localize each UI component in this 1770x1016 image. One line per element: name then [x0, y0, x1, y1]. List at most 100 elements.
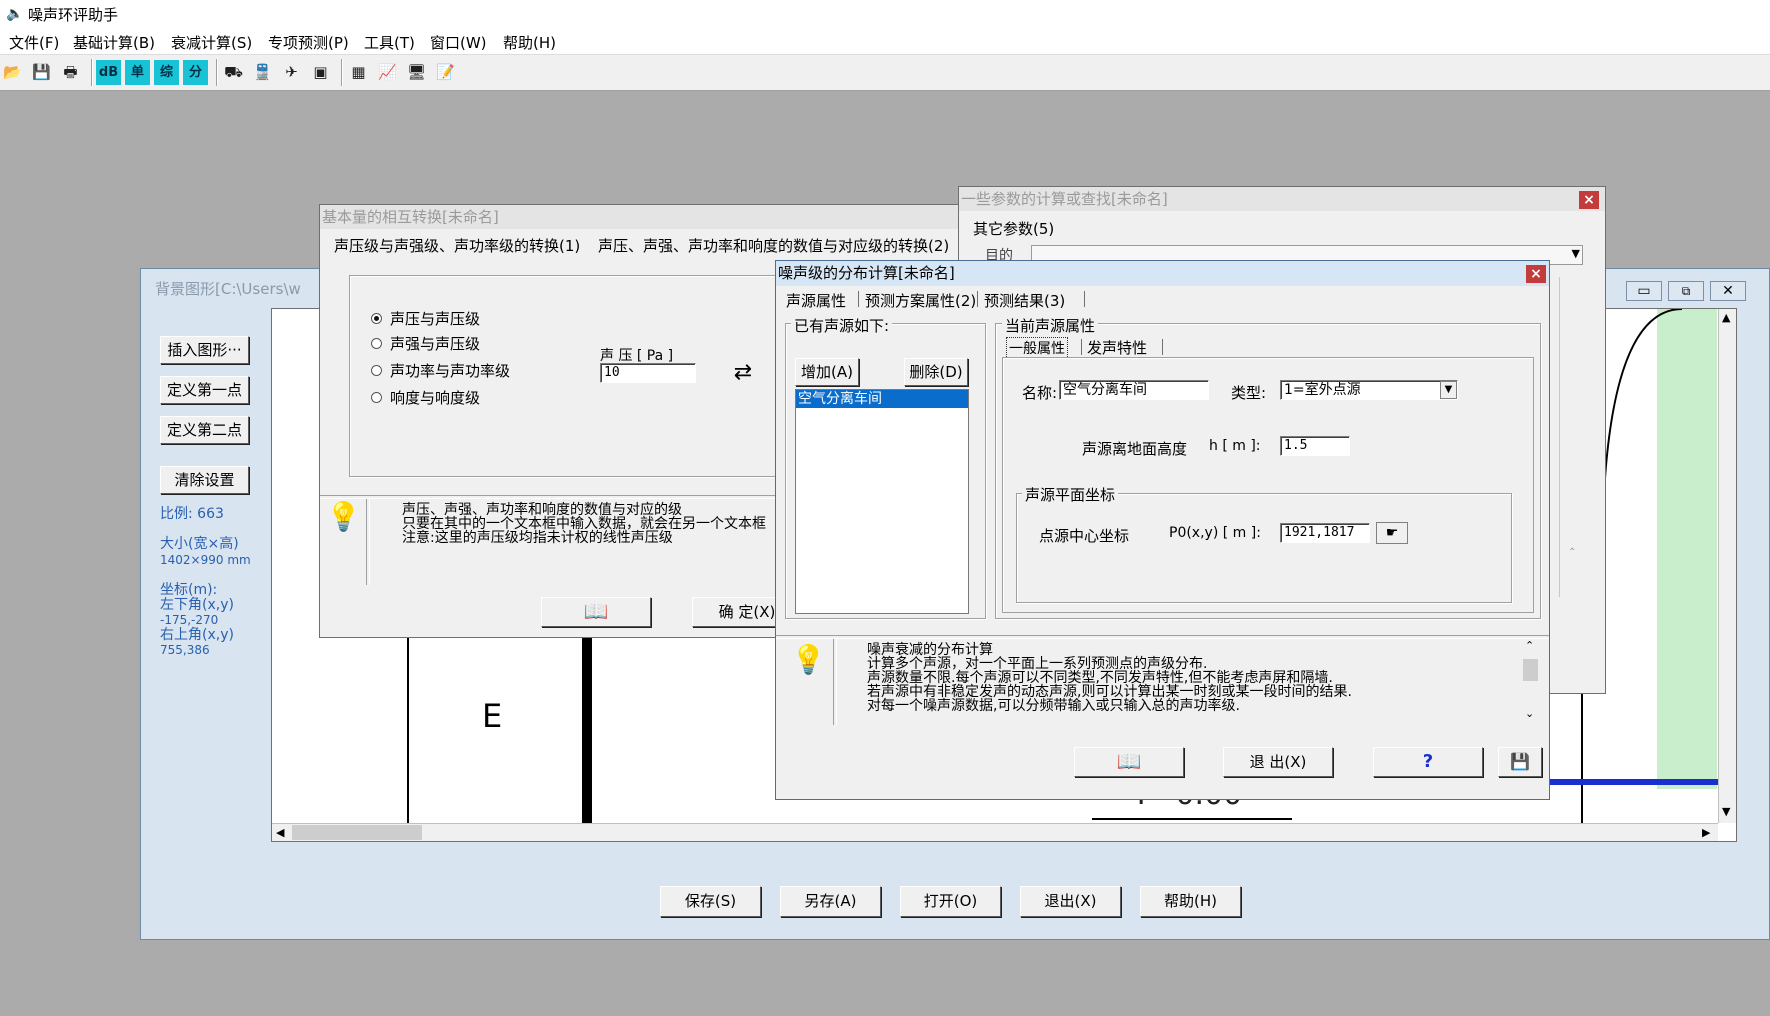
restore-icon[interactable]: ⧉ [1668, 281, 1704, 301]
exit-button[interactable]: 退出(X) [1020, 886, 1121, 917]
tab-value-conversion[interactable]: 声压、声强、声功率和响度的数值与对应级的转换(2) [598, 235, 949, 256]
center-input[interactable]: 1921,1817 [1280, 523, 1370, 543]
toolbar-separator [341, 59, 343, 86]
help-question-button[interactable]: ? [1373, 747, 1483, 777]
tab-source-properties[interactable]: 声源属性 [786, 290, 846, 311]
chevron-down-icon[interactable]: ▼ [1440, 381, 1457, 399]
scroll-down-icon[interactable]: ⌄ [1525, 707, 1534, 720]
menu-file[interactable]: 文件(F) [9, 32, 59, 53]
open-button[interactable]: 打开(O) [900, 886, 1001, 917]
tab-prediction-results[interactable]: 预测结果(3) [984, 290, 1065, 311]
open-folder-icon[interactable]: 📂 [0, 60, 25, 85]
menu-window[interactable]: 窗口(W) [430, 32, 487, 53]
distribution-icon[interactable]: 分 [183, 60, 208, 85]
scroll-thumb[interactable] [1523, 659, 1538, 681]
horizontal-scrollbar[interactable]: ◀ ▶ [272, 823, 1718, 841]
height-label: 声源离地面高度 [1082, 440, 1188, 458]
menu-basic[interactable]: 基础计算(B) [73, 32, 155, 53]
list-item[interactable]: 空气分离车间 [796, 390, 968, 408]
add-source-button[interactable]: 增加(A) [795, 358, 859, 386]
scroll-up-icon[interactable]: ⌃ [1525, 639, 1534, 652]
vertical-scrollbar[interactable]: ▲ ▼ [1718, 309, 1736, 823]
scroll-left-icon[interactable]: ◀ [276, 826, 284, 839]
db-icon[interactable]: dB [96, 60, 121, 85]
define-second-point-button[interactable]: 定义第二点 [160, 416, 249, 444]
params-scrollbar[interactable]: ⌃ [1559, 277, 1590, 597]
train-icon[interactable]: 🚆 [250, 60, 275, 85]
menu-attenuate[interactable]: 衰减计算(S) [171, 32, 252, 53]
pick-point-icon[interactable]: ☛ [1376, 522, 1408, 544]
tab-separator [977, 291, 978, 307]
save-icon[interactable]: 💾 [29, 60, 54, 85]
chevron-down-icon[interactable]: ▼ [1572, 247, 1580, 260]
menu-help[interactable]: 帮助(H) [503, 32, 556, 53]
radio-power[interactable] [371, 365, 382, 376]
tab-level-conversion[interactable]: 声压级与声强级、声功率级的转换(1) [334, 235, 580, 256]
scroll-down-icon[interactable]: ▼ [1722, 805, 1730, 818]
menu-special[interactable]: 专项预测(P) [268, 32, 349, 53]
green-zone [1657, 309, 1717, 789]
height-input[interactable]: 1.5 [1280, 436, 1350, 456]
truck-icon[interactable]: ⛟ [221, 60, 246, 85]
hint-line: 注意:这里的声压级均指未计权的线性声压级 [402, 530, 673, 546]
single-icon[interactable]: 单 [125, 60, 150, 85]
hint-divider [366, 499, 370, 585]
notepad-icon[interactable]: 📝 [433, 60, 458, 85]
scroll-up-icon[interactable]: ⌃ [1568, 547, 1576, 558]
name-input[interactable]: 空气分离车间 [1059, 380, 1209, 400]
menu-tools[interactable]: 工具(T) [364, 32, 415, 53]
subtab-emission[interactable]: 发声特性 [1087, 337, 1147, 358]
chart-icon[interactable]: 📈 [375, 60, 400, 85]
tab-other-params[interactable]: 其它参数(5) [973, 218, 1054, 239]
close-icon[interactable]: × [1579, 191, 1599, 209]
help-button[interactable]: 帮助(H) [1140, 886, 1241, 917]
grid-icon[interactable]: ▦ [346, 60, 371, 85]
type-select[interactable]: 1=室外点源 [1280, 380, 1458, 400]
center-label: 点源中心坐标 [1039, 527, 1130, 545]
airplane-icon[interactable]: ✈ [279, 60, 304, 85]
height-unit: h [ m ]: [1209, 438, 1261, 454]
manual-book-button[interactable]: 📖 [1074, 747, 1184, 777]
book-icon: 📖 [1116, 749, 1142, 773]
manual-book-button[interactable]: 📖 [541, 597, 651, 627]
lightbulb-icon: 💡 [791, 643, 826, 676]
radio-intensity[interactable] [371, 338, 382, 349]
minimize-icon[interactable]: ▭ [1626, 281, 1662, 301]
params-window-title: 一些参数的计算或查找[未命名] [959, 187, 1605, 211]
plane-coords-group [1016, 493, 1512, 603]
insert-image-button[interactable]: 插入图形··· [160, 336, 249, 364]
save-disk-button[interactable]: 💾 [1498, 747, 1542, 777]
radio-loudness[interactable] [371, 392, 382, 403]
close-icon[interactable]: × [1526, 265, 1546, 283]
scale-label: 比例: [160, 506, 193, 522]
toolbar: 📂 💾 🖶 dB 单 综 分 ⛟ 🚆 ✈ ▣ ▦ 📈 🖥 📝 [0, 55, 1770, 91]
combined-icon[interactable]: 综 [154, 60, 179, 85]
convert-arrows-icon[interactable]: ⇄ [705, 362, 781, 387]
toolbar-separator [216, 59, 218, 86]
pressure-input[interactable]: 10 [600, 363, 696, 383]
subtab-general[interactable]: 一般属性 [1006, 337, 1068, 359]
radio-pressure[interactable] [371, 313, 382, 324]
image-icon[interactable]: ▣ [308, 60, 333, 85]
scroll-right-icon[interactable]: ▶ [1702, 826, 1710, 839]
scroll-thumb[interactable] [292, 825, 422, 840]
exit-button[interactable]: 退 出(X) [1223, 747, 1333, 777]
menu-bar: 文件(F) 基础计算(B) 衰减计算(S) 专项预测(P) 工具(T) 窗口(W… [0, 28, 1770, 55]
scroll-up-icon[interactable]: ▲ [1722, 311, 1730, 324]
close-icon[interactable]: ✕ [1710, 281, 1746, 301]
upper-right-label: 右上角(x,y) [160, 627, 234, 643]
tab-scheme-properties[interactable]: 预测方案属性(2) [865, 290, 976, 311]
center-unit: P0(x,y) [ m ]: [1169, 525, 1261, 541]
monitor-icon[interactable]: 🖥 [404, 60, 429, 85]
sources-list[interactable]: 空气分离车间 [795, 389, 969, 614]
save-button[interactable]: 保存(S) [660, 886, 761, 917]
save-as-button[interactable]: 另存(A) [780, 886, 881, 917]
clear-settings-button[interactable]: 清除设置 [160, 466, 249, 494]
hint-line: 对每一个噪声源数据,可以分频带输入或只输入总的声功率级. [867, 698, 1240, 714]
lower-left-value: -175,-270 [160, 613, 219, 627]
print-icon[interactable]: 🖶 [58, 60, 83, 85]
upper-right-value: 755,386 [160, 643, 210, 657]
delete-source-button[interactable]: 删除(D) [904, 358, 968, 386]
hint-scrollbar[interactable]: ⌃ ⌄ [1521, 639, 1541, 723]
define-first-point-button[interactable]: 定义第一点 [160, 376, 249, 404]
